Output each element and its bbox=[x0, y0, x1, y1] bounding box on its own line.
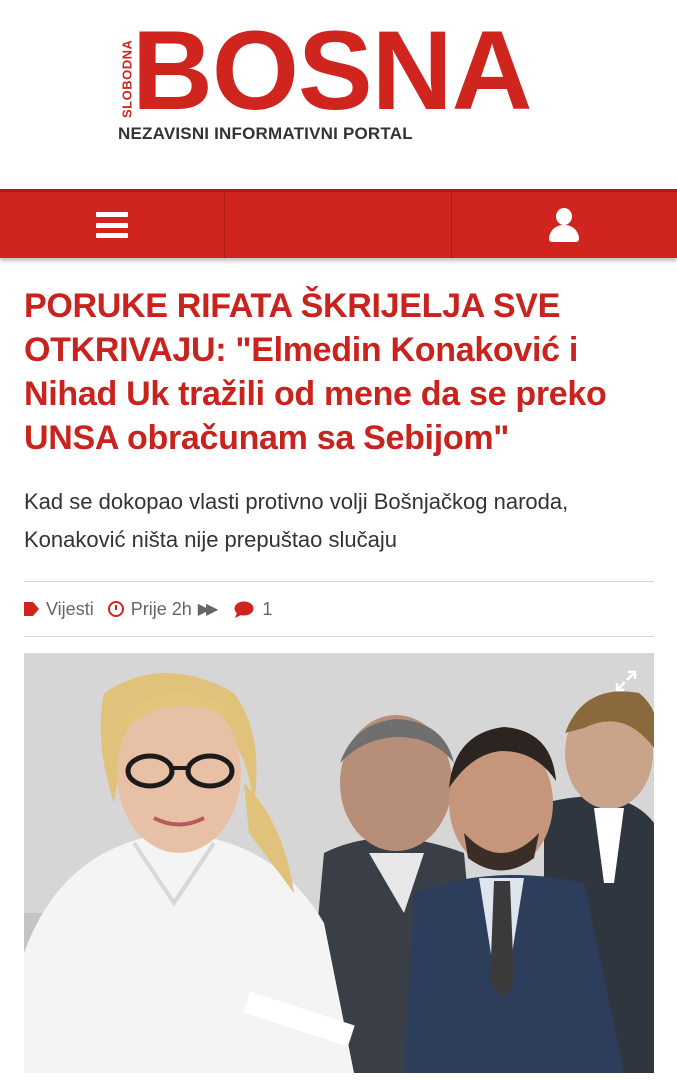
comments-link[interactable]: 1 bbox=[228, 599, 272, 620]
tag-icon bbox=[24, 602, 39, 616]
hamburger-menu-icon bbox=[96, 212, 129, 238]
clock-icon bbox=[107, 601, 124, 617]
comment-icon bbox=[234, 601, 254, 618]
article-image[interactable] bbox=[24, 653, 654, 1073]
logo-main-text: BOSNA bbox=[132, 8, 532, 133]
publish-time-label: Prije 2h bbox=[130, 598, 192, 619]
site-logo[interactable]: SLOBODNA BOSNA NEZAVISNI INFORMATIVNI PO… bbox=[118, 12, 568, 148]
category-label: Vijesti bbox=[46, 598, 94, 619]
article-meta: Vijesti Prije 2h ▶▶ 1 bbox=[24, 581, 654, 637]
article-lead: Kad se dokopao vlasti protivno volji Boš… bbox=[24, 489, 569, 552]
category-link[interactable]: Vijesti bbox=[24, 599, 94, 620]
logo-tagline: NEZAVISNI INFORMATIVNI PORTAL bbox=[118, 124, 413, 143]
user-account-button[interactable] bbox=[452, 192, 677, 258]
menu-button[interactable] bbox=[0, 192, 226, 258]
article-headline: PORUKE RIFATA ŠKRIJELJA SVE OTKRIVAJU: "… bbox=[24, 287, 607, 457]
site-header: SLOBODNA BOSNA NEZAVISNI INFORMATIVNI PO… bbox=[0, 0, 677, 190]
article-photo-illustration bbox=[24, 653, 654, 1073]
comment-count: 1 bbox=[262, 598, 273, 619]
main-navbar bbox=[0, 189, 677, 258]
forward-icon: ▶▶ bbox=[197, 601, 219, 618]
expand-icon[interactable] bbox=[614, 669, 638, 693]
publish-time: Prije 2h ▶▶ bbox=[107, 598, 219, 620]
navbar-center-cell bbox=[225, 192, 452, 258]
user-icon bbox=[549, 208, 580, 242]
